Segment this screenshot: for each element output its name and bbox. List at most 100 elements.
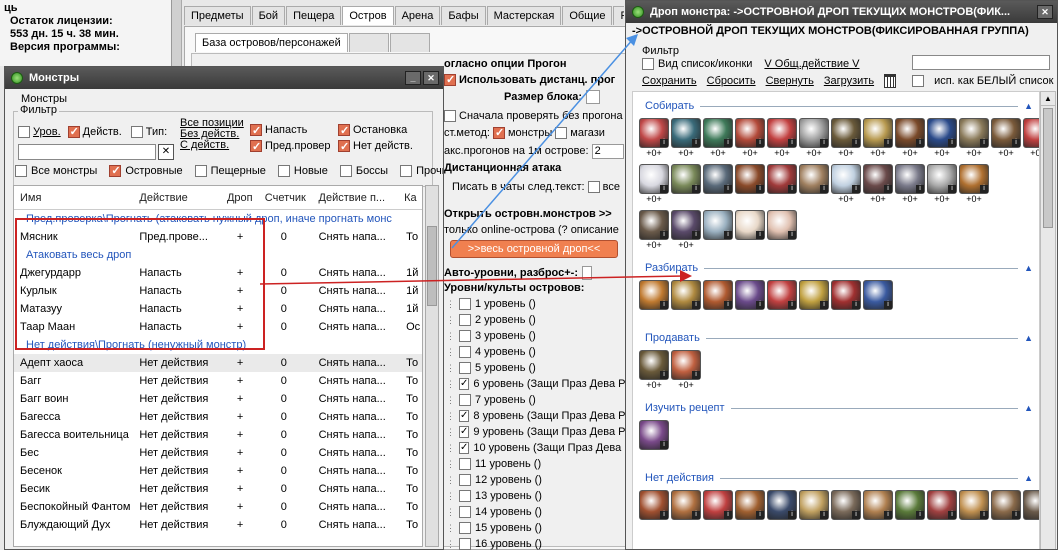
- level-checkbox[interactable]: [459, 330, 471, 342]
- drop-item-icon[interactable]: i: [767, 280, 797, 310]
- drop-item-icon[interactable]: i: [703, 118, 733, 148]
- general-action-link[interactable]: V Общ.действие V: [764, 58, 859, 70]
- auto-levels-input[interactable]: [582, 266, 592, 280]
- table-row[interactable]: Таар Маан Напасть +0 Снять напа... Ос: [14, 318, 422, 336]
- drop-item-icon[interactable]: i: [639, 490, 669, 520]
- table-row[interactable]: Багг воин Нет действия +0 Снять напа... То: [14, 390, 422, 408]
- check-first-checkbox[interactable]: [444, 110, 456, 122]
- drop-item-icon[interactable]: i: [959, 164, 989, 194]
- level-row[interactable]: ⋮ 5 уровень (): [446, 360, 624, 376]
- drop-item-icon[interactable]: i: [959, 490, 989, 520]
- drop-item-icon[interactable]: i: [863, 280, 893, 310]
- level-row[interactable]: ⋮ 14 уровень (): [446, 504, 624, 520]
- drop-item-icon[interactable]: i: [1023, 490, 1039, 520]
- col-drop[interactable]: Дроп: [221, 192, 259, 204]
- drop-item-icon[interactable]: i: [671, 490, 701, 520]
- table-row[interactable]: Бесенок Нет действия +0 Снять напа... То: [14, 462, 422, 480]
- drop-item-icon[interactable]: i: [991, 118, 1021, 148]
- drop-item-icon[interactable]: i: [959, 118, 989, 148]
- drop-item-icon[interactable]: i: [767, 118, 797, 148]
- drop-item-icon[interactable]: i: [671, 280, 701, 310]
- subtab-empty-2[interactable]: [389, 33, 430, 52]
- tab-cave[interactable]: Пещера: [286, 6, 342, 25]
- drop-item-icon[interactable]: i: [927, 490, 957, 520]
- drop-item-icon[interactable]: i: [767, 164, 797, 194]
- drop-section-title[interactable]: Продавать ▲: [639, 330, 1033, 346]
- drop-scroll-up[interactable]: ▲: [1041, 92, 1055, 106]
- drop-item-icon[interactable]: i: [831, 490, 861, 520]
- method-monsters-checkbox[interactable]: [492, 126, 505, 139]
- action-filter-checkbox[interactable]: [67, 125, 80, 138]
- level-checkbox[interactable]: [459, 346, 471, 358]
- drop-item-icon[interactable]: i: [799, 280, 829, 310]
- level-row[interactable]: ⋮ 7 уровень (): [446, 392, 624, 408]
- all-monsters-checkbox[interactable]: [15, 165, 27, 177]
- level-row[interactable]: ⋮ ✓ 10 уровень (Защи Праз Дева Р: [446, 440, 632, 456]
- drop-item-icon[interactable]: i: [927, 118, 957, 148]
- drop-item-icon[interactable]: i: [735, 280, 765, 310]
- col-action[interactable]: Действие: [133, 192, 221, 204]
- table-row[interactable]: Багесса воительница Нет действия +0 Снять н…: [14, 426, 422, 444]
- table-row[interactable]: Беспокойный Фантом Нет действия +0 Снять на…: [14, 498, 422, 516]
- table-row[interactable]: Мясник Пред.прове... +0 Снять напа... То: [14, 228, 422, 246]
- tab-buffs[interactable]: Бафы: [441, 6, 486, 25]
- table-row[interactable]: Бес Нет действия +0 Снять напа... То: [14, 444, 422, 462]
- drop-item-icon[interactable]: i: [735, 210, 765, 240]
- close-icon[interactable]: ✕: [1037, 5, 1053, 19]
- no-action-checkbox[interactable]: [338, 139, 350, 155]
- drop-item-icon[interactable]: i: [895, 164, 925, 194]
- table-row[interactable]: Багесса Нет действия +0 Снять напа... То: [14, 408, 422, 426]
- drop-item-icon[interactable]: i: [799, 490, 829, 520]
- level-checkbox[interactable]: [459, 458, 471, 470]
- drop-item-icon[interactable]: i: [895, 118, 925, 148]
- method-magaz-checkbox[interactable]: [555, 127, 568, 139]
- level-checkbox[interactable]: [459, 490, 471, 502]
- group-title[interactable]: Нет действия\Прогнать (ненужный монстр): [14, 336, 422, 354]
- drop-item-icon[interactable]: i: [831, 280, 861, 310]
- white-list-checkbox[interactable]: [912, 75, 925, 87]
- other-checkbox[interactable]: [400, 165, 413, 177]
- level-checkbox[interactable]: [459, 506, 471, 518]
- drop-item-icon[interactable]: i: [703, 210, 733, 240]
- level-checkbox[interactable]: [459, 314, 471, 326]
- trash-icon[interactable]: [884, 74, 897, 88]
- tab-island[interactable]: Остров: [342, 6, 394, 25]
- group-title[interactable]: Пред.проверка\Прогнать (атаковать нужный…: [14, 210, 422, 228]
- grid-scrollbar[interactable]: [425, 185, 439, 547]
- level-checkbox[interactable]: ✓: [459, 442, 470, 454]
- level-checkbox[interactable]: [459, 394, 471, 406]
- drop-scroll-thumb[interactable]: [1043, 108, 1053, 228]
- table-row[interactable]: Багг Нет действия +0 Снять напа... То: [14, 372, 422, 390]
- drop-section-title[interactable]: Разбирать ▲: [639, 260, 1033, 276]
- drop-section-title[interactable]: Нет действия ▲: [639, 470, 1033, 486]
- drop-item-icon[interactable]: i: [703, 164, 733, 194]
- drop-item-icon[interactable]: i: [895, 490, 925, 520]
- collapse-caret-icon[interactable]: ▲: [1024, 473, 1033, 483]
- monsters-titlebar[interactable]: Монстры _ ✕: [5, 67, 443, 89]
- table-row[interactable]: Джегурдарр Напасть +0 Снять напа... 1й: [14, 264, 422, 282]
- reset-link[interactable]: Сбросить: [707, 75, 756, 87]
- collapse-caret-icon[interactable]: ▲: [1024, 101, 1033, 111]
- drop-item-icon[interactable]: i: [831, 164, 861, 194]
- subtab-base[interactable]: База островов/персонажей: [195, 33, 348, 52]
- table-row[interactable]: Адепт хаоса Нет действия +0 Снять напа... То: [14, 354, 422, 372]
- col-extra[interactable]: Ка: [400, 192, 422, 204]
- level-row[interactable]: ⋮ 4 уровень (): [446, 344, 624, 360]
- drop-item-icon[interactable]: i: [639, 164, 669, 194]
- drop-item-icon[interactable]: i: [735, 490, 765, 520]
- table-row[interactable]: Матазуу Напасть +0 Снять напа... 1й: [14, 300, 422, 318]
- drop-item-icon[interactable]: i: [639, 210, 669, 240]
- online-only-row[interactable]: только online-острова (? описание: [444, 224, 624, 240]
- drop-item-icon[interactable]: i: [863, 164, 893, 194]
- level-row[interactable]: ⋮ ✓ 9 уровень (Защи Праз Дева Р: [446, 424, 625, 440]
- drop-item-icon[interactable]: i: [703, 280, 733, 310]
- collapse-caret-icon[interactable]: ▲: [1024, 263, 1033, 273]
- drop-scrollbar[interactable]: ▲: [1040, 91, 1056, 549]
- use-distant-checkbox[interactable]: [444, 73, 456, 86]
- island-checkbox[interactable]: [109, 164, 122, 177]
- max-runs-input[interactable]: 2: [591, 143, 624, 159]
- drop-item-icon[interactable]: i: [1023, 118, 1039, 148]
- col-action-after[interactable]: Действие п...: [313, 192, 401, 204]
- group-title[interactable]: Атаковать весь дроп: [14, 246, 422, 264]
- level-row[interactable]: ⋮ 2 уровень (): [446, 312, 624, 328]
